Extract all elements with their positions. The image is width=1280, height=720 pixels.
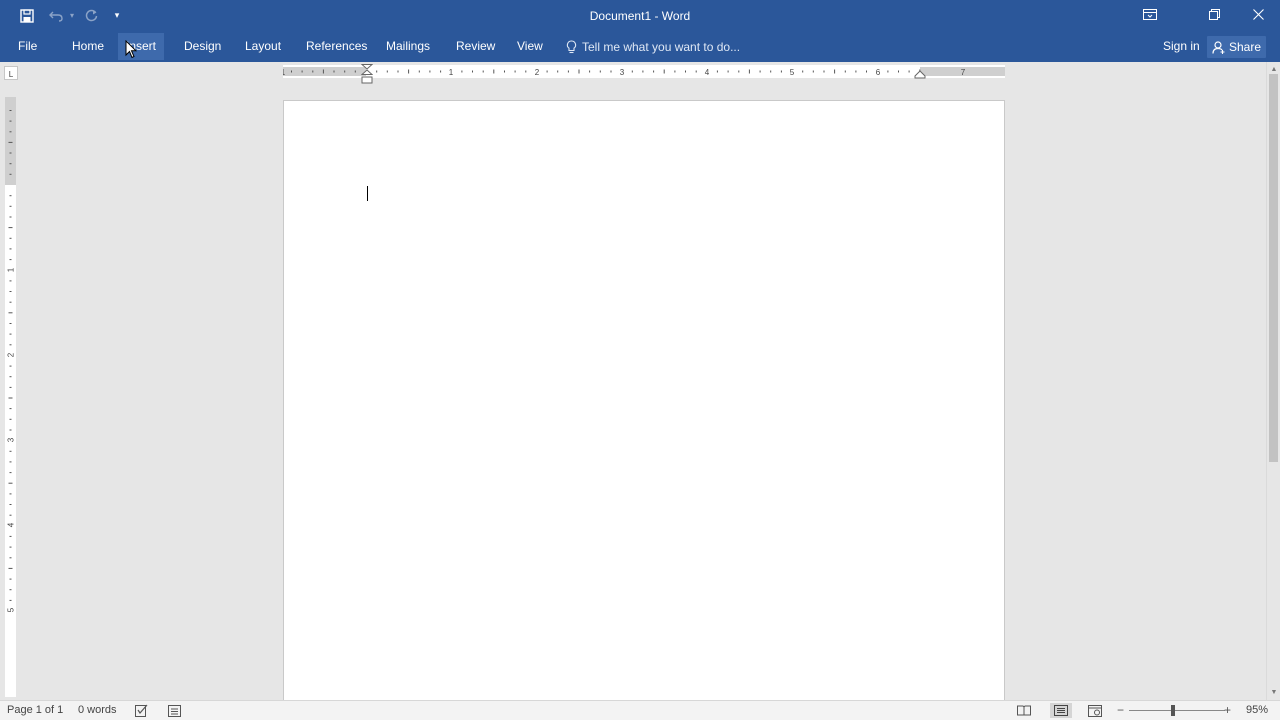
tab-layout[interactable]: Layout [237, 33, 289, 60]
status-bar: Page 1 of 1 0 words − + 95% [0, 700, 1280, 720]
ribbon-display-options-button[interactable] [1128, 0, 1172, 29]
tell-me-search[interactable]: Tell me what you want to do... [566, 33, 740, 60]
scrollbar-thumb[interactable] [1269, 74, 1278, 462]
read-mode-icon [1017, 705, 1031, 716]
tab-view[interactable]: View [509, 33, 551, 60]
zoom-slider-thumb[interactable] [1171, 705, 1175, 716]
ruler-number: 5 [7, 607, 16, 612]
horizontal-ruler-scale: 1 1 2 3 4 5 6 7 [283, 67, 1005, 77]
zoom-slider-track[interactable] [1129, 710, 1225, 711]
hanging-indent-marker [361, 69, 373, 75]
ruler-number: 2 [535, 68, 540, 77]
customize-qat-button[interactable]: ▾ [107, 2, 127, 30]
page-number-indicator[interactable]: Page 1 of 1 [7, 701, 63, 720]
tab-mailings[interactable]: Mailings [378, 33, 438, 60]
save-button[interactable] [13, 2, 41, 30]
read-mode-button[interactable] [1016, 703, 1032, 718]
ribbon-tab-bar: File Home Insert Design Layout Reference… [0, 31, 1280, 62]
print-layout-button[interactable] [1050, 703, 1072, 718]
restore-button[interactable] [1192, 0, 1236, 29]
scroll-down-button[interactable]: ▼ [1267, 685, 1280, 699]
person-icon [1212, 40, 1225, 54]
save-icon [20, 8, 34, 23]
first-line-indent-marker [361, 64, 373, 70]
undo-button[interactable] [45, 2, 67, 30]
redo-button[interactable] [81, 2, 101, 30]
ruler-number: 7 [961, 68, 966, 77]
macro-recording-button[interactable] [166, 703, 182, 718]
chevron-down-icon: ▾ [114, 10, 120, 20]
ruler-number: 2 [7, 352, 16, 357]
undo-icon [49, 11, 63, 22]
chevron-up-icon: ▲ [1270, 65, 1278, 73]
ruler-number: 4 [705, 68, 710, 77]
tab-stop-selector[interactable]: L [4, 66, 18, 80]
left-indent-marker [361, 76, 373, 84]
vertical-ruler-scale: 1 2 3 4 5 [5, 97, 16, 612]
horizontal-ruler[interactable]: 1 1 2 3 4 5 6 7 [283, 65, 1005, 78]
lightbulb-icon [566, 39, 577, 53]
ruler-number: 3 [7, 437, 16, 442]
chevron-down-icon: ▼ [1270, 688, 1278, 696]
share-label: Share [1228, 40, 1262, 54]
ruler-number: 6 [876, 68, 881, 77]
word-count-indicator[interactable]: 0 words [78, 701, 117, 720]
right-indent-marker[interactable] [914, 70, 926, 79]
close-icon [1252, 9, 1264, 20]
close-button[interactable] [1236, 0, 1280, 29]
vertical-scrollbar[interactable]: ▲ ▼ [1266, 62, 1280, 700]
vertical-ruler[interactable]: 1 2 3 4 5 [5, 97, 16, 697]
ruler-number: 3 [620, 68, 625, 77]
tab-file[interactable]: File [10, 33, 45, 60]
sign-in-link[interactable]: Sign in [1158, 33, 1205, 60]
tab-references[interactable]: References [298, 33, 375, 60]
print-layout-icon [1054, 705, 1068, 716]
tab-review[interactable]: Review [448, 33, 503, 60]
ribbon-display-icon [1143, 9, 1157, 20]
mouse-pointer-icon [125, 40, 137, 59]
indent-markers[interactable] [361, 64, 373, 85]
tab-home[interactable]: Home [64, 33, 112, 60]
proofing-button[interactable] [134, 703, 150, 718]
quick-access-toolbar: ▾ ▾ [0, 0, 127, 31]
proofing-icon [135, 704, 148, 717]
share-button[interactable]: Share [1207, 36, 1266, 58]
ruler-number: 1 [7, 267, 16, 272]
left-tab-icon: L [8, 70, 14, 79]
tell-me-placeholder: Tell me what you want to do... [582, 39, 741, 54]
ruler-number: 5 [790, 68, 795, 77]
zoom-level[interactable]: 95% [1246, 701, 1268, 720]
text-cursor [367, 186, 368, 201]
web-layout-button[interactable] [1087, 703, 1103, 718]
undo-dropdown[interactable]: ▾ [67, 2, 77, 30]
zoom-in-button[interactable]: + [1224, 701, 1231, 720]
macro-icon [167, 704, 181, 717]
left-margin-area [283, 67, 366, 76]
web-layout-icon [1088, 704, 1102, 717]
ruler-number: 4 [7, 522, 16, 527]
zoom-out-button[interactable]: − [1117, 701, 1124, 720]
restore-icon [1208, 9, 1220, 20]
ruler-number: 1 [449, 68, 454, 77]
redo-icon [85, 9, 97, 22]
tab-design[interactable]: Design [176, 33, 229, 60]
title-bar: ▾ ▾ Document1 - Word [0, 0, 1280, 31]
window-title: Document1 - Word [589, 9, 691, 23]
document-page[interactable] [283, 100, 1005, 700]
